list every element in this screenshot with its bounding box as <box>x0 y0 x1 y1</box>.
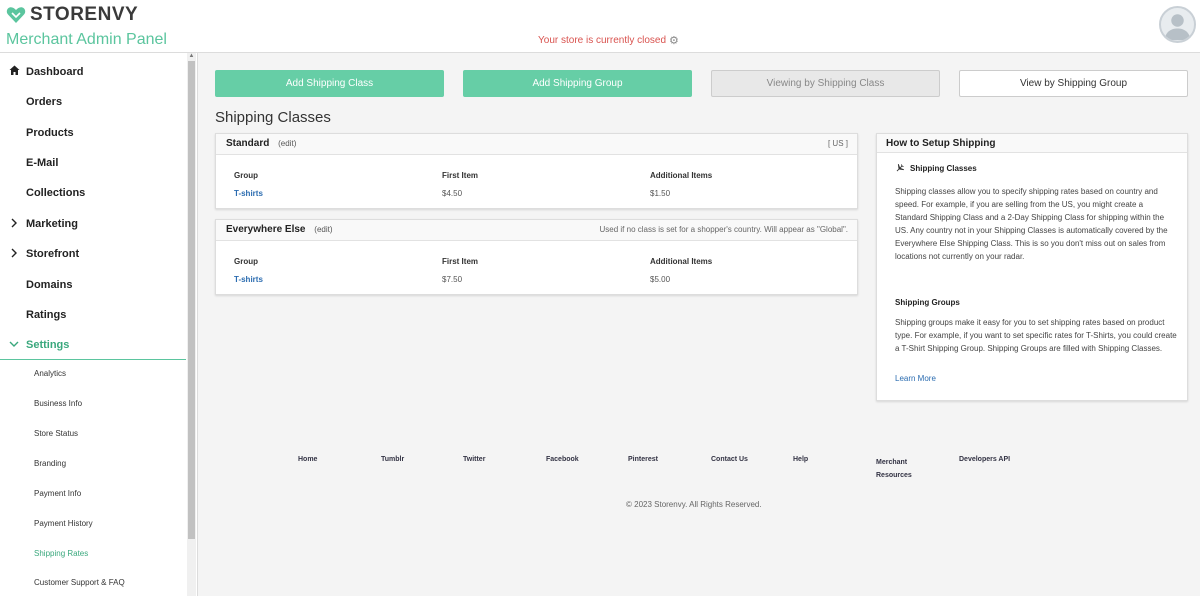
shipping-help-panel: How to Setup Shipping Shipping Classes S… <box>876 133 1188 401</box>
footer-link-twitter[interactable]: Twitter <box>463 456 485 463</box>
edit-link[interactable]: (edit) <box>314 225 332 234</box>
top-header: STORENVY Merchant Admin Panel Your store… <box>0 0 1200 53</box>
scroll-thumb[interactable] <box>188 61 195 539</box>
chevron-down-icon <box>8 339 20 351</box>
sidebar-item-label: Settings <box>26 338 70 351</box>
sidebar-subitem-payment-info[interactable]: Payment Info <box>34 489 81 498</box>
additional-items-price: $5.00 <box>650 275 671 284</box>
brand-name: STORENVY <box>30 4 139 25</box>
column-header-group: Group <box>234 171 258 180</box>
sidebar-item-marketing[interactable]: Marketing <box>0 209 186 239</box>
footer-link-pinterest[interactable]: Pinterest <box>628 456 658 463</box>
view-by-shipping-group-button[interactable]: View by Shipping Group <box>959 70 1188 97</box>
page-title: Shipping Classes <box>215 109 331 126</box>
add-shipping-group-button[interactable]: Add Shipping Group <box>463 70 692 97</box>
panel-title: Merchant Admin Panel <box>6 31 167 48</box>
help-subheading-text: Shipping Classes <box>910 164 977 173</box>
footer-link-home[interactable]: Home <box>298 456 317 463</box>
group-link[interactable]: T-shirts <box>234 275 263 284</box>
sidebar-subitem-analytics[interactable]: Analytics <box>34 369 66 378</box>
chevron-right-icon <box>8 218 20 231</box>
shipping-class-card-standard: Standard (edit) [ US ] Group First Item … <box>215 133 858 209</box>
sidebar-subitem-store-status[interactable]: Store Status <box>34 429 78 438</box>
sidebar: Dashboard Orders Products E-Mail Collect… <box>0 53 198 596</box>
card-header: Standard (edit) [ US ] <box>216 134 857 155</box>
footer-link-help[interactable]: Help <box>793 456 808 463</box>
sidebar-item-label: E-Mail <box>26 157 59 169</box>
help-classes-text: Shipping classes allow you to specify sh… <box>895 187 1168 261</box>
sidebar-subitem-shipping-rates[interactable]: Shipping Rates <box>34 549 88 558</box>
sidebar-item-ratings[interactable]: Ratings <box>0 300 186 330</box>
sidebar-item-label: Products <box>26 127 74 139</box>
add-shipping-class-button[interactable]: Add Shipping Class <box>215 70 444 97</box>
store-status-text: Your store is currently closed <box>538 35 667 46</box>
class-name: Standard (edit) <box>226 138 296 149</box>
column-header-group: Group <box>234 257 258 266</box>
sidebar-item-label: Marketing <box>26 218 78 230</box>
first-item-price: $4.50 <box>442 189 463 198</box>
sidebar-item-label: Orders <box>26 96 63 108</box>
column-header-additional-items: Additional Items <box>650 257 713 266</box>
sidebar-item-products[interactable]: Products <box>0 118 186 148</box>
sidebar-item-collections[interactable]: Collections <box>0 178 186 208</box>
column-header-additional-items: Additional Items <box>650 171 713 180</box>
edit-link[interactable]: (edit) <box>278 139 296 148</box>
sidebar-item-dashboard[interactable]: Dashboard <box>0 57 186 87</box>
sidebar-item-storefront[interactable]: Storefront <box>0 239 186 269</box>
gear-icon[interactable]: ⚙ <box>669 34 679 47</box>
class-name-text: Everywhere Else <box>226 224 306 235</box>
sidebar-item-settings[interactable]: Settings <box>0 330 186 360</box>
storenvy-logo[interactable]: STORENVY <box>6 4 138 26</box>
heart-tag-icon <box>6 7 26 23</box>
column-header-first-item: First Item <box>442 171 479 180</box>
sidebar-item-label: Ratings <box>26 309 67 321</box>
class-name-text: Standard <box>226 138 270 149</box>
sidebar-item-orders[interactable]: Orders <box>0 87 186 117</box>
sidebar-subitem-payment-history[interactable]: Payment History <box>34 519 93 528</box>
sidebar-item-domains[interactable]: Domains <box>0 270 186 300</box>
group-link[interactable]: T-shirts <box>234 189 263 198</box>
sidebar-item-label: Dashboard <box>26 66 84 78</box>
sidebar-item-label: Storefront <box>26 248 80 260</box>
sidebar-item-label: Collections <box>26 187 86 199</box>
chevron-right-icon <box>8 248 20 261</box>
avatar[interactable] <box>1159 6 1196 43</box>
scroll-up-arrow-icon[interactable]: ▲ <box>188 53 195 60</box>
help-groups-text: Shipping groups make it easy for you to … <box>895 318 1177 353</box>
column-header-first-item: First Item <box>442 257 479 266</box>
home-icon <box>8 65 20 79</box>
copyright-text: © 2023 Storenvy. All Rights Reserved. <box>626 500 762 509</box>
class-name: Everywhere Else (edit) <box>226 224 333 235</box>
card-header: Everywhere Else (edit) Used if no class … <box>216 220 857 241</box>
footer-link-developers-api[interactable]: Developers API <box>959 456 1010 463</box>
viewing-by-shipping-class-button: Viewing by Shipping Class <box>711 70 940 97</box>
help-subheading-groups: Shipping Groups <box>895 298 960 307</box>
class-region-note: [ US ] <box>827 139 848 148</box>
user-avatar-icon <box>1164 14 1191 41</box>
store-status[interactable]: Your store is currently closed ⚙ <box>538 34 679 47</box>
class-region-note: Used if no class is set for a shopper's … <box>599 225 849 234</box>
sidebar-subitem-business-info[interactable]: Business Info <box>34 399 82 408</box>
footer-link-contact-us[interactable]: Contact Us <box>711 456 748 463</box>
shipping-class-card-everywhere-else: Everywhere Else (edit) Used if no class … <box>215 219 858 295</box>
learn-more-link[interactable]: Learn More <box>895 374 936 383</box>
airplane-icon <box>896 164 904 172</box>
sidebar-subitem-customer-support[interactable]: Customer Support & FAQ <box>34 578 125 587</box>
additional-items-price: $1.50 <box>650 189 671 198</box>
footer-link-facebook[interactable]: Facebook <box>546 456 579 463</box>
sidebar-subitem-branding[interactable]: Branding <box>34 459 66 468</box>
footer-link-merchant-resources[interactable]: Merchant Resources <box>876 456 926 482</box>
footer-link-tumblr[interactable]: Tumblr <box>381 456 404 463</box>
first-item-price: $7.50 <box>442 275 463 284</box>
help-title: How to Setup Shipping <box>877 134 1187 153</box>
sidebar-item-label: Domains <box>26 279 73 291</box>
help-subheading-classes: Shipping Classes <box>895 164 977 173</box>
sidebar-scrollbar[interactable]: ▲ <box>187 53 196 596</box>
sidebar-item-email[interactable]: E-Mail <box>0 148 186 178</box>
